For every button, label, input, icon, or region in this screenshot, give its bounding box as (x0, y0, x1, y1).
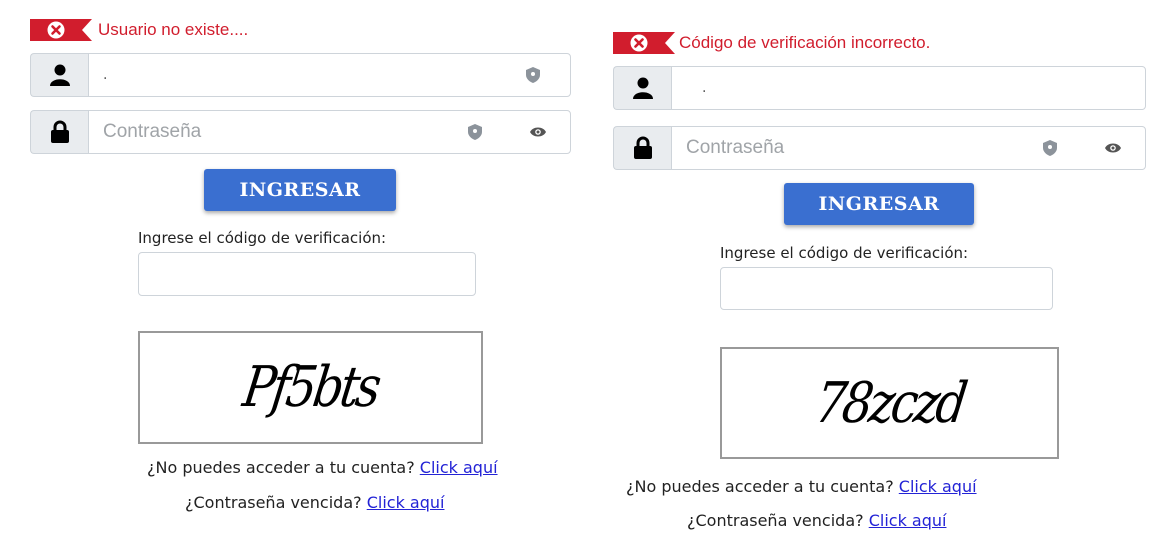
error-message: Usuario no existe.... (98, 20, 249, 39)
username-group: . (613, 66, 1146, 110)
help-line-expired: ¿Contraseña vencida? Click aquí (185, 493, 444, 512)
password-field[interactable]: Contraseña (671, 126, 1146, 170)
password-group: Contraseña (30, 110, 571, 154)
error-message: Código de verificación incorrecto. (679, 33, 931, 52)
user-icon (49, 64, 70, 86)
username-field[interactable]: . (88, 53, 571, 97)
help-expired-link[interactable]: Click aquí (869, 511, 947, 530)
help-expired-text: ¿Contraseña vencida? (185, 493, 362, 512)
ingresar-button[interactable]: INGRESAR (784, 183, 974, 225)
help-access-link[interactable]: Click aquí (899, 477, 977, 496)
eye-icon[interactable] (530, 126, 546, 138)
shield-icon (1043, 140, 1057, 156)
login-panel-left: Usuario no existe.... . Contraseña INGRE… (0, 0, 592, 544)
password-placeholder: Contraseña (686, 137, 785, 158)
user-addon (30, 53, 88, 97)
lock-addon (30, 110, 88, 154)
captcha-text: Pf5bts (239, 355, 382, 420)
code-label: Ingrese el código de verificación: (138, 229, 387, 247)
login-panel-right: Código de verificación incorrecto. . Con… (592, 0, 1162, 544)
ingresar-button[interactable]: INGRESAR (204, 169, 396, 211)
help-access-text: ¿No puedes acceder a tu cuenta? (147, 458, 415, 477)
eye-icon[interactable] (1105, 142, 1121, 154)
help-access-text: ¿No puedes acceder a tu cuenta? (626, 477, 894, 496)
verification-code-input[interactable] (720, 267, 1053, 310)
username-value: . (702, 80, 707, 96)
captcha-image: 78zczd (720, 347, 1059, 459)
user-addon (613, 66, 671, 110)
username-group: . (30, 53, 571, 97)
help-access-link[interactable]: Click aquí (420, 458, 498, 477)
password-field[interactable]: Contraseña (88, 110, 571, 154)
password-group: Contraseña (613, 126, 1146, 170)
verification-code-input[interactable] (138, 252, 476, 296)
username-field[interactable]: . (671, 66, 1146, 110)
lock-icon (50, 120, 69, 143)
user-icon (632, 77, 653, 99)
help-expired-text: ¿Contraseña vencida? (687, 511, 864, 530)
help-expired-link[interactable]: Click aquí (367, 493, 445, 512)
help-line-access: ¿No puedes acceder a tu cuenta? Click aq… (147, 458, 498, 477)
username-value: . (103, 67, 108, 83)
help-line-expired: ¿Contraseña vencida? Click aquí (687, 511, 946, 530)
code-label: Ingrese el código de verificación: (720, 244, 969, 262)
help-line-access: ¿No puedes acceder a tu cuenta? Click aq… (626, 477, 977, 496)
lock-addon (613, 126, 671, 170)
error-x-icon (30, 19, 92, 41)
error-x-icon (613, 32, 675, 54)
password-placeholder: Contraseña (103, 121, 202, 142)
lock-icon (633, 136, 652, 159)
shield-icon (468, 124, 482, 140)
captcha-text: 78zczd (811, 370, 968, 436)
captcha-image: Pf5bts (138, 331, 483, 444)
shield-icon (526, 67, 540, 83)
